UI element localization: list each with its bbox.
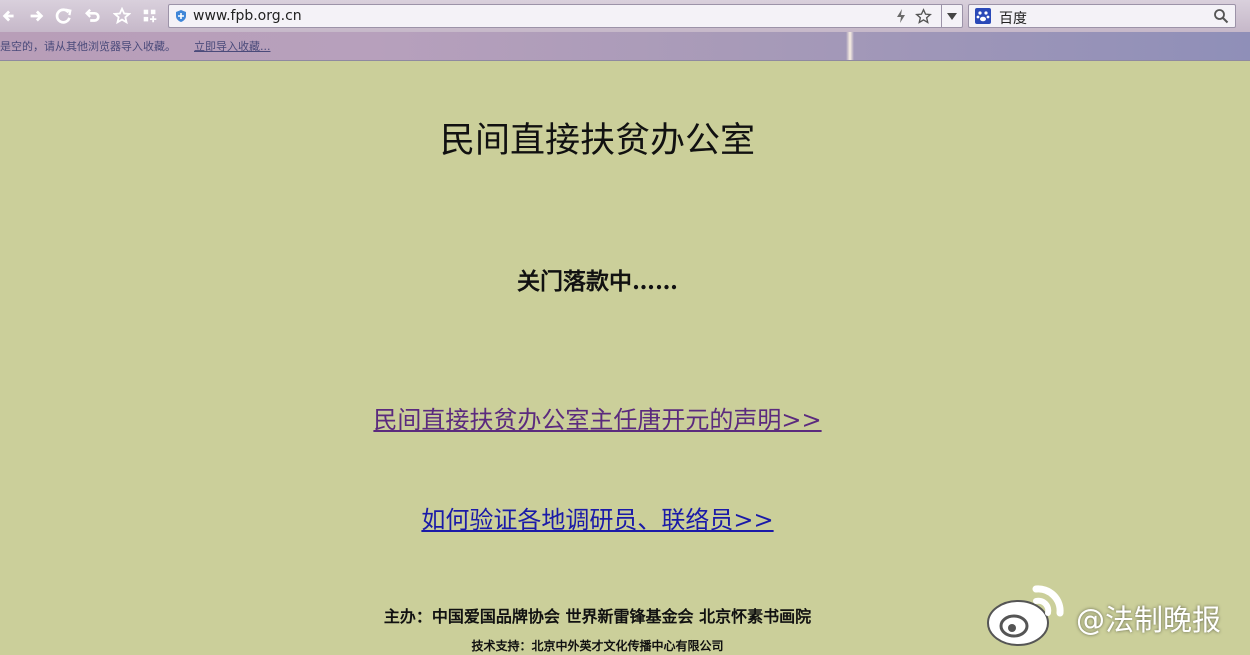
favorite-button[interactable] [112, 6, 132, 26]
dropdown-arrow-icon[interactable] [946, 12, 958, 21]
divider [941, 5, 942, 27]
back-button[interactable] [0, 6, 20, 26]
lightning-icon[interactable] [893, 8, 909, 24]
search-box[interactable]: 百度 [968, 4, 1236, 28]
verify-staff-link[interactable]: 如何验证各地调研员、联络员>> [421, 506, 773, 534]
bookmarks-empty-notice: 是空的，请从其他浏览器导入收藏。 [0, 40, 176, 53]
search-engine-label: 百度 [999, 11, 1027, 27]
star-icon [113, 7, 131, 25]
watermark: @法制晚报 [984, 575, 1250, 655]
shield-icon [176, 10, 186, 22]
refresh-icon [55, 8, 72, 24]
apps-grid-icon [143, 9, 157, 23]
bookmarks-bar [0, 32, 1250, 61]
undo-icon [85, 8, 100, 22]
apps-button[interactable] [140, 6, 160, 26]
watermark-text: @法制晚报 [1076, 603, 1222, 637]
refresh-button[interactable] [54, 6, 74, 26]
forward-button[interactable] [26, 6, 46, 26]
weibo-icon [987, 585, 1064, 646]
statement-link[interactable]: 民间直接扶贫办公室主任唐开元的声明>> [373, 406, 821, 434]
url-text: www.fpb.org.cn [193, 8, 302, 24]
bookmark-star-icon[interactable] [915, 8, 932, 25]
search-icon[interactable] [1213, 8, 1229, 24]
back-arrow-icon [2, 10, 14, 22]
page-title: 民间直接扶贫办公室 [439, 121, 755, 161]
page-subtitle: 关门落款中…… [517, 268, 678, 295]
browser-toolbar: www.fpb.org.cn 百度 [0, 0, 1250, 32]
baidu-paw-icon [975, 8, 991, 24]
forward-arrow-icon [30, 10, 44, 22]
bookmarks-bar-glow [846, 32, 854, 60]
undo-button[interactable] [82, 6, 102, 26]
import-bookmarks-link[interactable]: 立即导入收藏... [194, 38, 271, 54]
address-bar[interactable]: www.fpb.org.cn [168, 4, 963, 28]
